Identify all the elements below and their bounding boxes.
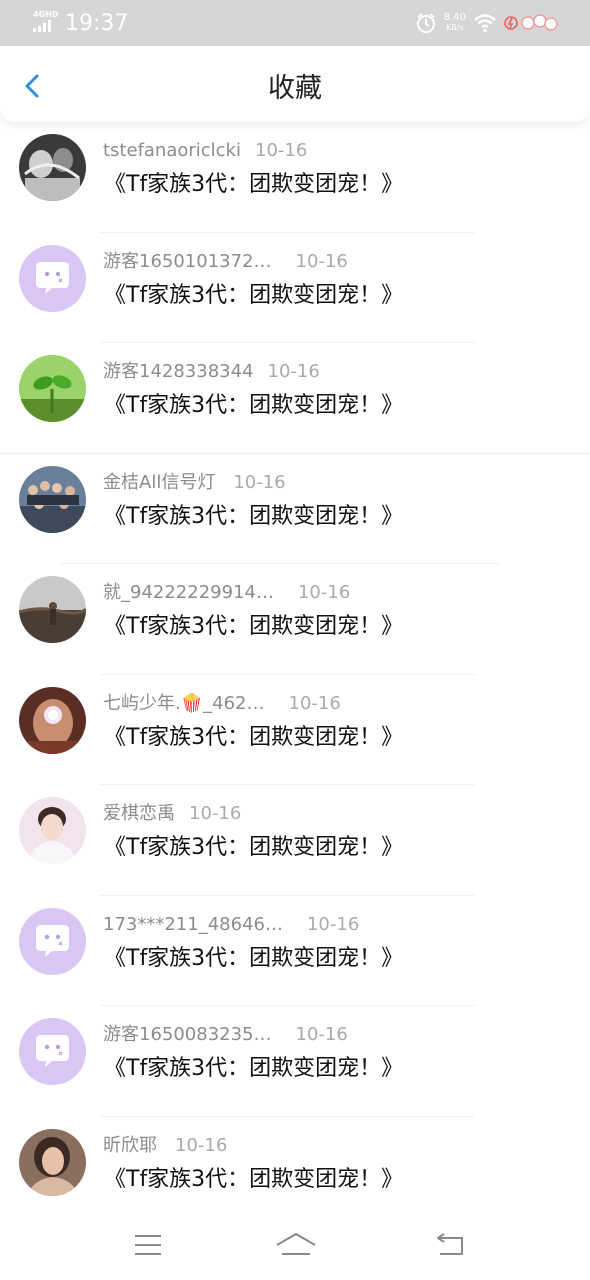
status-bar: 4GHD 19:37 8.40 KB/s (0, 0, 590, 46)
list-item[interactable]: 爱棋恋禹 10-16 《Tf家族3代：团欺变团宠！》 (0, 785, 590, 896)
app-header: 收藏 (0, 46, 590, 122)
list-item[interactable]: 金桔All信号灯 10-16 《Tf家族3代：团欺变团宠！》 (0, 454, 590, 564)
username[interactable]: 游客1650083235… (103, 1024, 272, 1046)
avatar[interactable] (19, 134, 86, 201)
avatar[interactable] (19, 686, 86, 754)
list-item[interactable]: 就_94222229914… 10-16 《Tf家族3代：团欺变团宠！》 (0, 564, 590, 675)
avatar[interactable] (19, 907, 86, 975)
avatar[interactable] (19, 465, 86, 533)
date: 10-16 (189, 803, 242, 824)
list-item[interactable]: 七屿少年.🍿_462… 10-16 《Tf家族3代：团欺变团宠！》 (0, 675, 590, 785)
date: 10-16 (288, 692, 341, 714)
menu-button[interactable] (128, 1230, 168, 1260)
avatar[interactable] (19, 1018, 86, 1085)
username[interactable]: 昕欣耶 (103, 1135, 157, 1157)
work-title[interactable]: 《Tf家族3代：团欺变团宠！》 (104, 503, 403, 531)
avatar[interactable] (19, 355, 86, 422)
menu-icon (135, 1235, 161, 1255)
network-type: 4GHD (33, 10, 59, 19)
work-title[interactable]: 《Tf家族3代：团欺变团宠！》 (104, 834, 403, 862)
date: 10-16 (267, 361, 320, 382)
page-title: 收藏 (268, 73, 322, 104)
date: 10-16 (233, 471, 286, 493)
username[interactable]: tstefanaoriclcki (103, 140, 241, 162)
favorites-list: tstefanaoriclcki 10-16 《Tf家族3代：团欺变团宠！》 游客… (0, 122, 590, 1227)
work-title[interactable]: 《Tf家族3代：团欺变团宠！》 (104, 1055, 403, 1083)
work-title[interactable]: 《Tf家族3代：团欺变团宠！》 (104, 282, 403, 310)
username[interactable]: 游客1650101372… (103, 251, 272, 273)
list-item[interactable]: 173***211_48646… 10-16 《Tf家族3代：团欺变团宠！》 (0, 896, 590, 1006)
avatar[interactable] (19, 576, 86, 643)
work-title[interactable]: 《Tf家族3代：团欺变团宠！》 (104, 1166, 403, 1194)
username[interactable]: 七屿少年.🍿_462… (103, 693, 265, 715)
avatar[interactable] (19, 1128, 86, 1196)
avatar[interactable] (19, 244, 86, 312)
work-title[interactable]: 《Tf家族3代：团欺变团宠！》 (104, 613, 403, 641)
work-title[interactable]: 《Tf家族3代：团欺变团宠！》 (104, 945, 403, 973)
username[interactable]: 173***211_48646… (103, 914, 283, 936)
system-nav-bar (0, 1210, 590, 1280)
battery-charging-icon (504, 14, 558, 31)
home-icon (276, 1233, 316, 1255)
work-title[interactable]: 《Tf家族3代：团欺变团宠！》 (104, 171, 403, 199)
list-item[interactable]: 游客1428338344 10-16 《Tf家族3代：团欺变团宠！》 (0, 343, 590, 454)
alarm-icon (416, 13, 435, 33)
avatar[interactable] (19, 797, 86, 864)
list-item[interactable]: tstefanaoriclcki 10-16 《Tf家族3代：团欺变团宠！》 (0, 122, 590, 233)
date: 10-16 (295, 250, 348, 272)
speed-unit: KB/s (446, 23, 464, 32)
home-button[interactable] (274, 1230, 318, 1260)
username[interactable]: 游客1428338344 (103, 361, 254, 383)
speed-value: 8.40 (443, 12, 466, 23)
date: 10-16 (306, 913, 360, 935)
date: 10-16 (297, 582, 351, 603)
work-title[interactable]: 《Tf家族3代：团欺变团宠！》 (104, 724, 403, 752)
work-title[interactable]: 《Tf家族3代：团欺变团宠！》 (104, 392, 403, 420)
wifi-icon (474, 14, 496, 33)
back-nav-button[interactable] (430, 1230, 470, 1260)
username[interactable]: 就_94222229914… (103, 582, 274, 604)
back-arrow-icon (437, 1233, 463, 1255)
status-time: 19:37 (65, 11, 129, 36)
signal-icon (33, 20, 53, 32)
date: 10-16 (175, 1134, 228, 1156)
network-speed: 8.40 KB/s (444, 13, 466, 33)
username[interactable]: 金桔All信号灯 (103, 472, 215, 494)
date: 10-16 (255, 140, 308, 161)
date: 10-16 (295, 1024, 348, 1045)
username[interactable]: 爱棋恋禹 (103, 803, 175, 825)
list-item[interactable]: 游客1650083235… 10-16 《Tf家族3代：团欺变团宠！》 (0, 1006, 590, 1117)
list-item[interactable]: 游客1650101372… 10-16 《Tf家族3代：团欺变团宠！》 (0, 233, 590, 343)
